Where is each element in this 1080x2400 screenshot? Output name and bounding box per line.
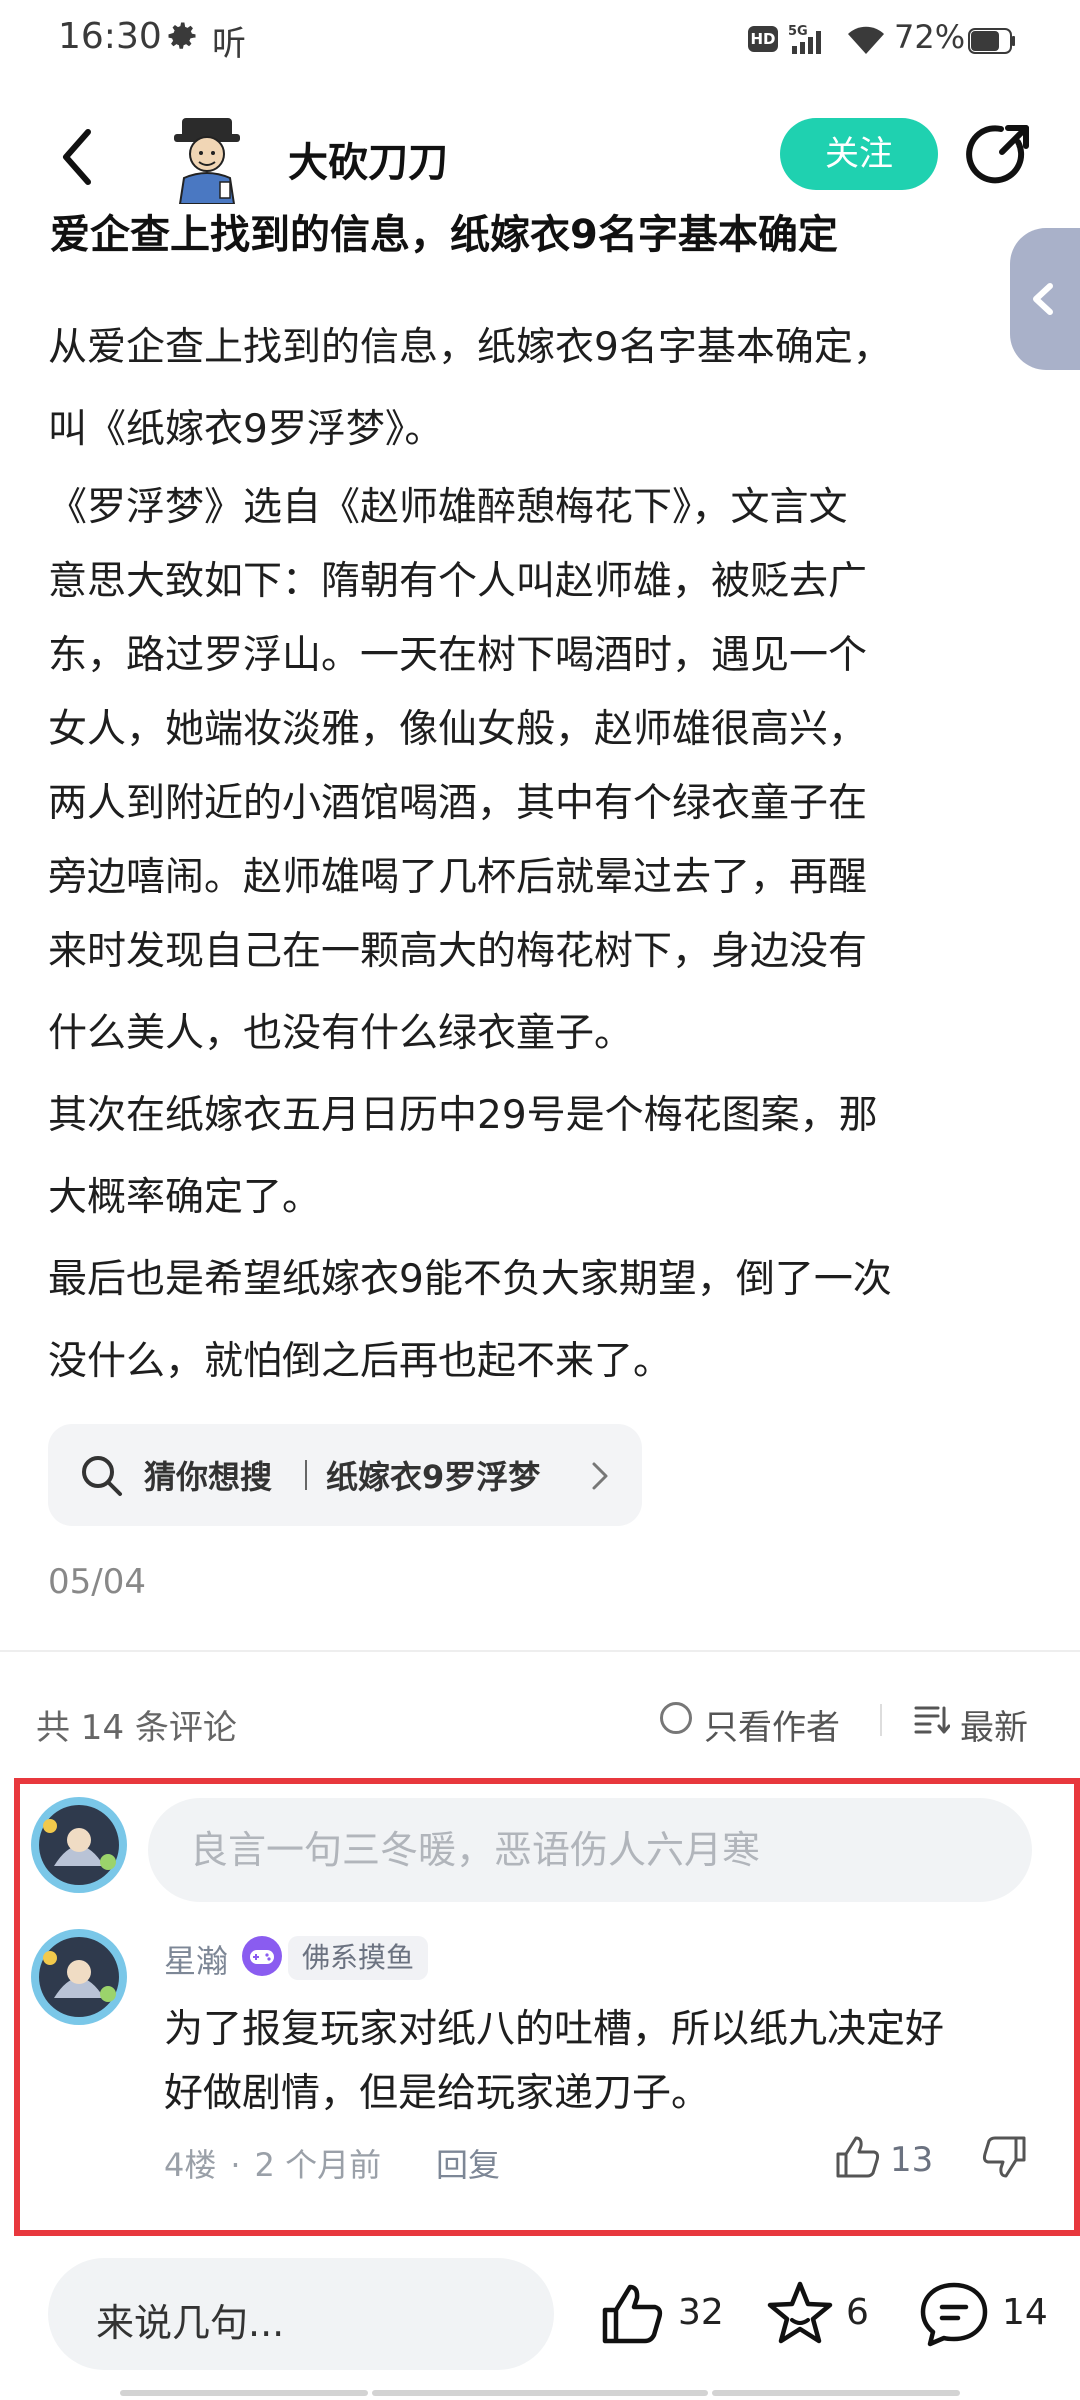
user-tag: 佛系摸鱼 bbox=[288, 1936, 429, 1980]
back-icon[interactable] bbox=[54, 122, 104, 192]
status-bar: 16:30 听 HD 5G 72% bbox=[0, 0, 1080, 84]
post-line: 叫《纸嫁衣9罗浮梦》。 bbox=[48, 407, 444, 452]
hd-icon: HD bbox=[748, 26, 778, 52]
comment-line: 好做剧情，但是给玩家递刀子。 bbox=[164, 2071, 711, 2116]
reply-button[interactable]: 回复 bbox=[436, 2140, 500, 2186]
author-only-label: 只看作者 bbox=[704, 1708, 840, 1748]
divider bbox=[0, 1650, 1080, 1652]
comment-icon[interactable] bbox=[918, 2280, 990, 2348]
suggestion-prefix: 猜你想搜 bbox=[144, 1458, 273, 1496]
battery-icon bbox=[968, 28, 1015, 54]
post-line: 大概率确定了。 bbox=[48, 1175, 322, 1220]
post-line: 没什么，就怕倒之后再也起不来了。 bbox=[48, 1339, 673, 1384]
post-title: 爱企查上找到的信息，纸嫁衣9名字基本确定 bbox=[50, 212, 838, 258]
like-icon[interactable] bbox=[600, 2282, 666, 2346]
chevron-left-icon bbox=[1033, 283, 1053, 315]
bottom-comment-input[interactable]: 来说几句... bbox=[48, 2258, 554, 2370]
gear-icon bbox=[168, 22, 196, 49]
suggestion-divider bbox=[305, 1460, 307, 1490]
post-line: 来时发现自己在一颗高大的梅花树下，身边没有 bbox=[48, 929, 868, 974]
my-avatar bbox=[31, 1797, 127, 1893]
gesture-bar bbox=[0, 2390, 1080, 2400]
wifi-icon bbox=[848, 26, 884, 54]
follow-button[interactable]: 关注 bbox=[780, 118, 938, 190]
comment-line: 为了报复玩家对纸八的吐槽，所以纸九决定好 bbox=[164, 2007, 945, 2052]
post-date: 05/04 bbox=[48, 1562, 146, 1602]
post-line: 女人，她端妆淡雅，像仙女般，赵师雄很高兴， bbox=[48, 707, 868, 752]
sort-label: 最新 bbox=[960, 1708, 1028, 1748]
author-name[interactable]: 大砍刀刀 bbox=[288, 130, 448, 188]
post-line: 从爱企查上找到的信息，纸嫁衣9名字基本确定， bbox=[48, 325, 892, 370]
thumbs-down-icon[interactable] bbox=[980, 2134, 1028, 2180]
star-icon[interactable] bbox=[766, 2280, 834, 2346]
listen-indicator: 听 bbox=[212, 24, 246, 64]
thumbs-up-icon[interactable] bbox=[834, 2134, 882, 2180]
comment-input[interactable]: 良言一句三冬暖，恶语伤人六月寒 bbox=[148, 1798, 1032, 1902]
radio-icon bbox=[660, 1702, 692, 1734]
search-suggestion[interactable]: 猜你想搜 纸嫁衣9罗浮梦 bbox=[48, 1424, 642, 1526]
commenter-avatar[interactable] bbox=[30, 1928, 128, 2026]
side-panel-tab[interactable] bbox=[1010, 228, 1080, 370]
signal-5g-icon: 5G bbox=[788, 24, 821, 54]
like-count: 32 bbox=[678, 2292, 724, 2333]
gamepad-badge-icon bbox=[242, 1936, 282, 1976]
post-line: 两人到附近的小酒馆喝酒，其中有个绿衣童子在 bbox=[48, 781, 868, 826]
search-icon bbox=[82, 1456, 122, 1496]
comment-like-count: 13 bbox=[890, 2140, 934, 2180]
comment-floor: 4楼 bbox=[164, 2146, 217, 2184]
post-line: 其次在纸嫁衣五月日历中29号是个梅花图案，那 bbox=[48, 1093, 878, 1138]
chevron-right-icon bbox=[592, 1462, 608, 1490]
bottom-input-placeholder: 来说几句... bbox=[96, 2301, 285, 2345]
comment-input-placeholder: 良言一句三冬暖，恶语伤人六月寒 bbox=[190, 1828, 761, 1872]
comment-time: 2 个月前 bbox=[254, 2146, 382, 2184]
post-line: 意思大致如下：隋朝有个人叫赵师雄，被贬去广 bbox=[48, 559, 868, 604]
suggestion-query: 纸嫁衣9罗浮梦 bbox=[326, 1458, 541, 1496]
favorite-count: 6 bbox=[846, 2292, 869, 2333]
share-icon[interactable] bbox=[966, 120, 1036, 190]
post-line: 什么美人，也没有什么绿衣童子。 bbox=[48, 1011, 634, 1056]
sort-icon bbox=[914, 1706, 950, 1734]
comment-meta: 4楼 · 2 个月前 bbox=[164, 2140, 381, 2186]
divider bbox=[880, 1704, 882, 1736]
comment-total-count: 14 bbox=[1002, 2292, 1048, 2333]
post-line: 旁边嘻闹。赵师雄喝了几杯后就晕过去了，再醒 bbox=[48, 855, 868, 900]
post-line: 《罗浮梦》选自《赵师雄醉憩梅花下》，文言文 bbox=[48, 485, 848, 530]
post-line: 东，路过罗浮山。一天在树下喝酒时，遇见一个 bbox=[48, 633, 868, 678]
commenter-name[interactable]: 星瀚 bbox=[164, 1936, 228, 1982]
svg-text:5G: 5G bbox=[788, 24, 808, 39]
status-time: 16:30 bbox=[58, 16, 162, 57]
post-line: 最后也是希望纸嫁衣9能不负大家期望，倒了一次 bbox=[48, 1257, 892, 1302]
comment-count: 共 14 条评论 bbox=[36, 1708, 237, 1748]
battery-percent: 72% bbox=[894, 18, 966, 56]
meta-separator: · bbox=[230, 2146, 241, 2184]
